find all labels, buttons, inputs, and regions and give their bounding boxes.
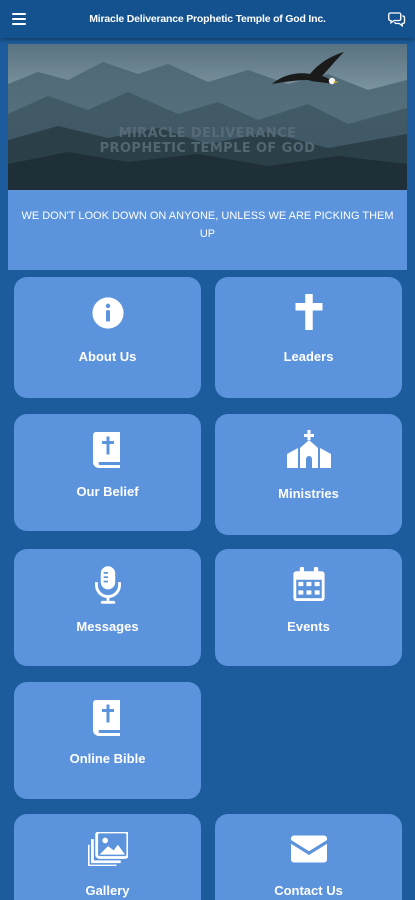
cross-icon [295, 294, 322, 330]
banner-church-name: MIRACLE DELIVERANCE PROPHETIC TEMPLE OF … [8, 126, 407, 156]
tile-label: Contact Us [274, 883, 343, 898]
tile-label: Messages [76, 619, 139, 634]
header-banner: MIRACLE DELIVERANCE PROPHETIC TEMPLE OF … [8, 44, 407, 190]
hamburger-menu-icon[interactable] [12, 13, 26, 25]
tile-label: Ministries [278, 486, 339, 501]
tile-label: Gallery [85, 883, 130, 898]
gallery-icon [87, 832, 128, 866]
tile-label: Events [287, 619, 330, 634]
tile-events[interactable]: Events [215, 549, 402, 666]
banner-line-1: MIRACLE DELIVERANCE [118, 126, 297, 141]
tile-gallery[interactable]: Gallery [14, 814, 201, 900]
tile-leaders[interactable]: Leaders [215, 277, 402, 398]
tile-online-bible[interactable]: Online Bible [14, 682, 201, 799]
tile-label: Our Belief [76, 484, 139, 499]
chat-bubbles-icon[interactable] [388, 10, 406, 28]
tile-contact-us[interactable]: Contact Us [215, 814, 402, 900]
church-icon [286, 430, 331, 468]
bible-icon [92, 700, 120, 736]
banner-line-2: PROPHETIC TEMPLE OF GOD [99, 141, 316, 156]
tile-our-belief[interactable]: Our Belief [14, 414, 201, 531]
tile-label: Online Bible [69, 751, 146, 766]
info-icon [91, 297, 124, 329]
calendar-icon [292, 567, 325, 601]
motto-text: WE DON'T LOOK DOWN ON ANYONE, UNLESS WE … [8, 190, 407, 270]
app-title: Miracle Deliverance Prophetic Temple of … [89, 13, 326, 25]
tile-label: Leaders [283, 349, 334, 364]
app-bar: Miracle Deliverance Prophetic Temple of … [0, 0, 415, 38]
tile-about-us[interactable]: About Us [14, 277, 201, 398]
eagle-image [272, 52, 344, 85]
bible-icon [92, 432, 120, 468]
envelope-icon [290, 835, 327, 863]
tile-messages[interactable]: Messages [14, 549, 201, 666]
tile-ministries[interactable]: Ministries [215, 414, 402, 535]
mountain-landscape-image [8, 62, 407, 190]
microphone-icon [94, 566, 121, 604]
tile-label: About Us [78, 349, 137, 364]
